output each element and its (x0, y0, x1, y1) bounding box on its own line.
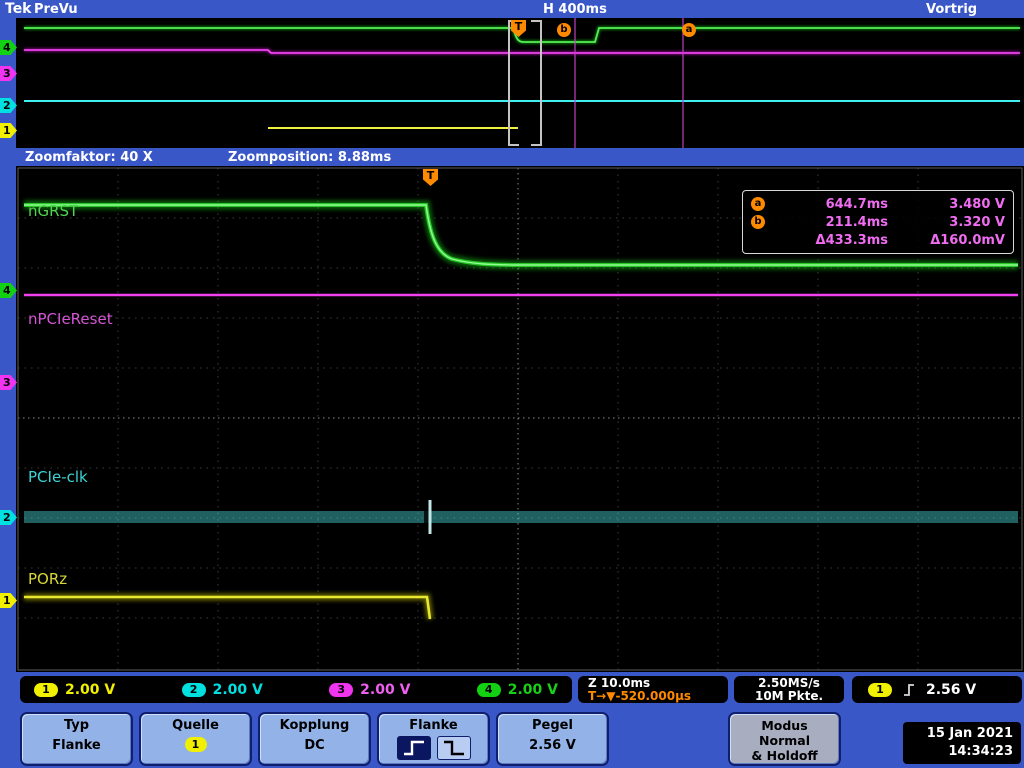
channel-2-scale: 2.00 V (212, 681, 263, 698)
cursor-delta-volts: Δ160.0mV (930, 232, 1005, 248)
menu-typ-value: Flanke (52, 738, 101, 753)
cursor-b-time: 211.4ms (825, 214, 888, 230)
channel-4-badge[interactable]: 4 (476, 682, 501, 697)
channel-4-scale: 2.00 V (507, 681, 558, 698)
cursor-b-row: b 211.4ms 3.320 V (751, 213, 1005, 231)
ch1-trace-glow (24, 593, 434, 620)
menu-kopplung-title: Kopplung (279, 718, 350, 733)
trigger-level-readout: 2.56 V (926, 681, 977, 698)
rising-edge-option[interactable] (396, 736, 431, 760)
trace-label-pcie-clk: PCIe-clk (28, 468, 88, 486)
menu-button-typ[interactable]: Typ Flanke (20, 712, 133, 766)
menu-pegel-title: Pegel (532, 718, 573, 733)
header-bar: Tek PreVu H 400ms Vortrig (0, 0, 1024, 18)
channel-2-badge[interactable]: 2 (181, 682, 206, 697)
trace-label-npciereset: nPCIeReset (28, 310, 113, 328)
oscilloscope-screen: Tek PreVu H 400ms Vortrig 4 3 2 1 T b a … (0, 0, 1024, 768)
tek-logo: Tek (5, 1, 32, 17)
acquisition-box[interactable]: 2.50MS/s 10M Pkte. (734, 676, 844, 703)
overview-waveforms (24, 18, 1020, 148)
menu-button-quelle[interactable]: Quelle 1 (139, 712, 252, 766)
channel-4-status[interactable]: 4 2.00 V (476, 681, 558, 698)
modus-line-2: Normal (759, 733, 810, 748)
menu-typ-title: Typ (63, 718, 90, 733)
trigger-position-readout: T→▼-520.000µs (588, 689, 692, 703)
menu-button-kopplung[interactable]: Kopplung DC (258, 712, 371, 766)
main-channel-3-marker[interactable]: 3 (0, 375, 17, 390)
cursor-delta-row: Δ433.3ms Δ160.0mV (751, 231, 1005, 249)
record-length-readout: 10M Pkte. (754, 689, 824, 703)
falling-edge-icon (443, 740, 464, 756)
falling-edge-option[interactable] (436, 736, 471, 760)
overview-channel-3-marker[interactable]: 3 (0, 66, 17, 81)
overview-cursor-a-badge[interactable]: a (682, 23, 696, 37)
edge-slope-options (379, 736, 488, 760)
menu-flanke-title: Flanke (409, 718, 458, 733)
rising-edge-icon (904, 683, 914, 696)
channel-1-scale: 2.00 V (65, 681, 116, 698)
cursor-a-badge: a (751, 197, 765, 211)
cursor-a-row: a 644.7ms 3.480 V (751, 195, 1005, 213)
overview-display (16, 18, 1024, 148)
cursor-a-volts: 3.480 V (949, 196, 1005, 212)
datetime-box: 15 Jan 2021 14:34:23 (903, 722, 1021, 764)
cursor-delta-time: Δ433.3ms (815, 232, 888, 248)
cursor-readout-box: a 644.7ms 3.480 V b 211.4ms 3.320 V Δ433… (742, 190, 1014, 254)
overview-channel-4-marker[interactable]: 4 (0, 40, 17, 55)
main-channel-4-marker[interactable]: 4 (0, 283, 17, 298)
menu-pegel-value: 2.56 V (529, 738, 576, 753)
overview-channel-2-marker[interactable]: 2 (0, 98, 17, 113)
channel-2-status[interactable]: 2 2.00 V (181, 681, 263, 698)
rising-edge-icon (403, 740, 424, 756)
date-readout: 15 Jan 2021 (926, 726, 1013, 741)
menu-quelle-title: Quelle (172, 718, 219, 733)
channel-3-status[interactable]: 3 2.00 V (329, 682, 410, 698)
menu-kopplung-value: DC (304, 738, 325, 753)
menu-button-flanke[interactable]: Flanke (377, 712, 490, 766)
channel-3-badge[interactable]: 3 (329, 682, 354, 697)
cursor-b-volts: 3.320 V (949, 214, 1005, 230)
modus-line-3: & Holdoff (751, 748, 818, 763)
channel-1-badge[interactable]: 1 (34, 682, 58, 697)
channel-1-status[interactable]: 1 2.00 V (34, 682, 115, 698)
trigger-status-box[interactable]: 1 2.56 V (852, 676, 1022, 703)
time-readout: 14:34:23 (948, 744, 1013, 759)
acquisition-status: PreVu (34, 2, 78, 17)
zoom-info-bar: Zoomfaktor: 40 X Zoomposition: 8.88ms (0, 148, 1024, 166)
overview-cursor-b-badge[interactable]: b (557, 23, 571, 37)
zoom-timebase-box[interactable]: Z 10.0ms T→▼-520.000µs (578, 676, 728, 703)
channel-3-scale: 2.00 V (360, 681, 411, 698)
main-channel-1-marker[interactable]: 1 (0, 593, 17, 608)
trace-label-porz: PORz (28, 570, 68, 588)
overview-channel-1-marker[interactable]: 1 (0, 123, 17, 138)
zoom-factor-readout: Zoomfaktor: 40 X (25, 150, 153, 165)
cursor-a-time: 644.7ms (825, 196, 888, 212)
main-channel-2-marker[interactable]: 2 (0, 510, 17, 525)
menu-quelle-channel-badge: 1 (184, 737, 207, 752)
trigger-source-badge: 1 (868, 682, 892, 697)
channel-scale-bar: 1 2.00 V 2 2.00 V 3 2.00 V 4 2.00 V (20, 676, 572, 703)
cursor-b-badge: b (751, 215, 765, 229)
menu-button-pegel[interactable]: Pegel 2.56 V (496, 712, 609, 766)
trigger-status-readout: Vortrig (926, 2, 978, 17)
zoom-position-readout: Zoomposition: 8.88ms (228, 150, 392, 165)
horizontal-scale-readout[interactable]: H 400ms (543, 2, 607, 17)
trace-label-ngrst: nGRST (28, 202, 79, 220)
modus-line-1: Modus (761, 718, 808, 733)
menu-button-modus[interactable]: Modus Normal & Holdoff (728, 712, 841, 766)
